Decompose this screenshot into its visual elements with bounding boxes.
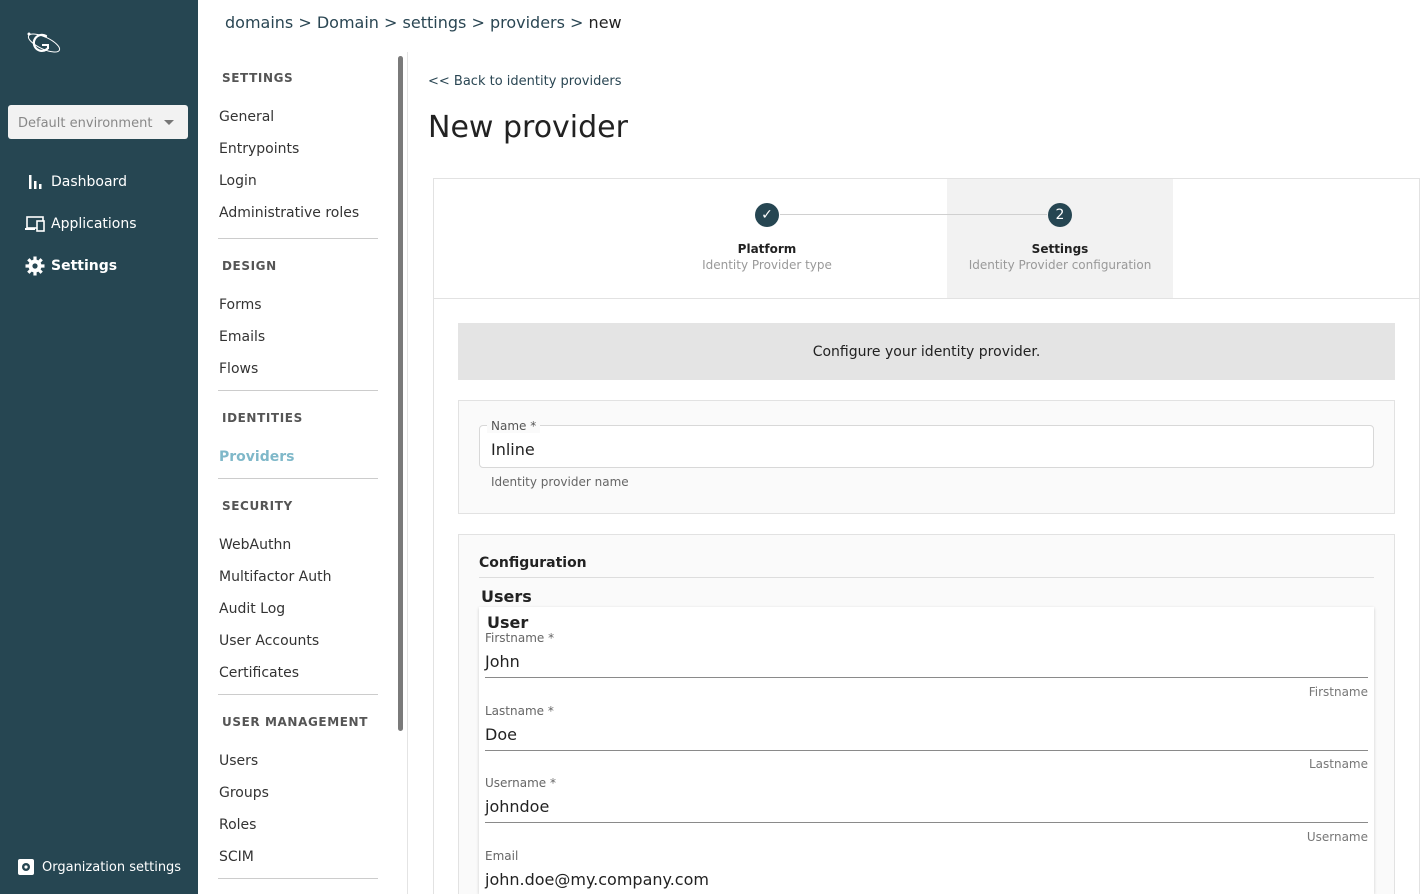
back-to-providers-link[interactable]: << Back to identity providers xyxy=(428,74,621,89)
sidebar-divider xyxy=(218,878,378,879)
breadcrumb-item[interactable]: Domain xyxy=(317,13,379,32)
sidebar-item-multifactor-auth[interactable]: Multifactor Auth xyxy=(219,569,332,585)
breadcrumb: domains > Domain > settings > providers … xyxy=(225,13,622,32)
sidebar-section-title: DESIGN xyxy=(222,259,277,273)
username-label: Username * xyxy=(485,776,556,790)
name-field-label: Name * xyxy=(487,419,541,433)
sidebar-item-roles[interactable]: Roles xyxy=(219,817,256,833)
lastname-underline xyxy=(485,750,1368,751)
sidebar-item-user-accounts[interactable]: User Accounts xyxy=(219,633,319,649)
sidebar-item-scim[interactable]: SCIM xyxy=(219,849,254,865)
step-settings-sublabel: Identity Provider configuration xyxy=(968,258,1152,272)
sidebar-divider xyxy=(218,694,378,695)
breadcrumb-separator: > xyxy=(570,13,584,32)
chevron-down-icon xyxy=(164,120,174,125)
page-title: New provider xyxy=(428,110,628,145)
step-settings-highlight xyxy=(947,179,1173,298)
sidebar-divider xyxy=(218,478,378,479)
configuration-title: Configuration xyxy=(479,555,587,571)
sidebar-section-title: USER MANAGEMENT xyxy=(222,715,368,729)
sidebar-item-audit-log[interactable]: Audit Log xyxy=(219,601,285,617)
sidebar-divider xyxy=(218,238,378,239)
sidebar-item-users[interactable]: Users xyxy=(219,753,258,769)
firstname-label: Firstname * xyxy=(485,631,555,645)
stepper xyxy=(433,178,1420,299)
sidebar-item-certificates[interactable]: Certificates xyxy=(219,665,299,681)
step-settings-number[interactable]: 2 xyxy=(1048,203,1072,227)
firstname-hint: Firstname xyxy=(1308,685,1368,699)
step-settings-label[interactable]: Settings xyxy=(950,242,1170,256)
sidebar-item-groups[interactable]: Groups xyxy=(219,785,269,801)
breadcrumb-item[interactable]: providers xyxy=(490,13,565,32)
gear-icon xyxy=(24,256,46,276)
name-field-value[interactable]: Inline xyxy=(491,440,535,459)
firstname-input[interactable]: John xyxy=(485,652,520,671)
sidebar-item-forms[interactable]: Forms xyxy=(219,297,262,313)
breadcrumb-separator: > xyxy=(471,13,485,32)
email-label: Email xyxy=(485,849,519,863)
sidebar-item-login[interactable]: Login xyxy=(219,173,257,189)
sidebar-item-emails[interactable]: Emails xyxy=(219,329,265,345)
breadcrumb-separator: > xyxy=(298,13,312,32)
nav-item-dashboard[interactable]: Dashboard xyxy=(24,170,127,194)
step-platform-check-icon[interactable]: ✓ xyxy=(755,203,779,227)
environment-select[interactable]: Default environment xyxy=(8,105,188,139)
settings-box-icon xyxy=(17,858,35,876)
nav-item-label: Dashboard xyxy=(51,174,127,190)
info-banner-text: Configure your identity provider. xyxy=(812,343,1041,360)
step-platform-label[interactable]: Platform xyxy=(657,242,877,256)
step-connector xyxy=(780,214,1047,215)
users-title: Users xyxy=(481,587,532,606)
email-input[interactable]: john.doe@my.company.com xyxy=(485,870,709,889)
sidebar-divider xyxy=(218,390,378,391)
sidebar-item-administrative-roles[interactable]: Administrative roles xyxy=(219,205,359,221)
sidebar-item-flows[interactable]: Flows xyxy=(219,361,258,377)
info-banner: Configure your identity provider. xyxy=(458,323,1395,380)
sidebar-scrollbar[interactable] xyxy=(398,56,403,731)
gravitee-logo-icon[interactable] xyxy=(24,28,64,58)
devices-icon xyxy=(24,214,46,234)
firstname-underline xyxy=(485,677,1368,678)
nav-item-settings[interactable]: Settings xyxy=(24,254,117,278)
configuration-divider xyxy=(479,577,1374,578)
breadcrumb-item[interactable]: settings xyxy=(403,13,467,32)
name-field-hint: Identity provider name xyxy=(491,475,629,489)
nav-item-label: Applications xyxy=(51,216,137,232)
step-platform-sublabel: Identity Provider type xyxy=(702,258,832,272)
organization-settings-link[interactable]: Organization settings xyxy=(17,858,181,876)
sidebar-section-title: SECURITY xyxy=(222,499,293,513)
environment-select-value: Default environment xyxy=(18,116,153,131)
lastname-input[interactable]: Doe xyxy=(485,725,517,744)
name-field[interactable] xyxy=(479,425,1374,468)
nav-item-applications[interactable]: Applications xyxy=(24,212,137,236)
sidebar-item-webauthn[interactable]: WebAuthn xyxy=(219,537,291,553)
lastname-hint: Lastname xyxy=(1308,757,1368,771)
organization-settings-label: Organization settings xyxy=(42,859,182,875)
sidebar-section-title: SETTINGS xyxy=(222,71,294,85)
breadcrumb-item[interactable]: domains xyxy=(225,13,293,32)
sidebar-section-title: IDENTITIES xyxy=(222,411,303,425)
username-hint: Username xyxy=(1306,830,1368,844)
user-title: User xyxy=(487,613,529,632)
lastname-label: Lastname * xyxy=(485,704,554,718)
left-navigation: Default environment Dashboard Applicatio… xyxy=(0,0,198,894)
breadcrumb-separator: > xyxy=(384,13,398,32)
sidebar-item-providers[interactable]: Providers xyxy=(219,449,294,465)
username-input[interactable]: johndoe xyxy=(485,797,549,816)
sidebar-item-general[interactable]: General xyxy=(219,109,274,125)
sidebar-item-entrypoints[interactable]: Entrypoints xyxy=(219,141,299,157)
bar-chart-icon xyxy=(24,172,46,192)
username-underline xyxy=(485,822,1368,823)
nav-item-label: Settings xyxy=(51,258,118,274)
breadcrumb-current: new xyxy=(588,13,622,32)
